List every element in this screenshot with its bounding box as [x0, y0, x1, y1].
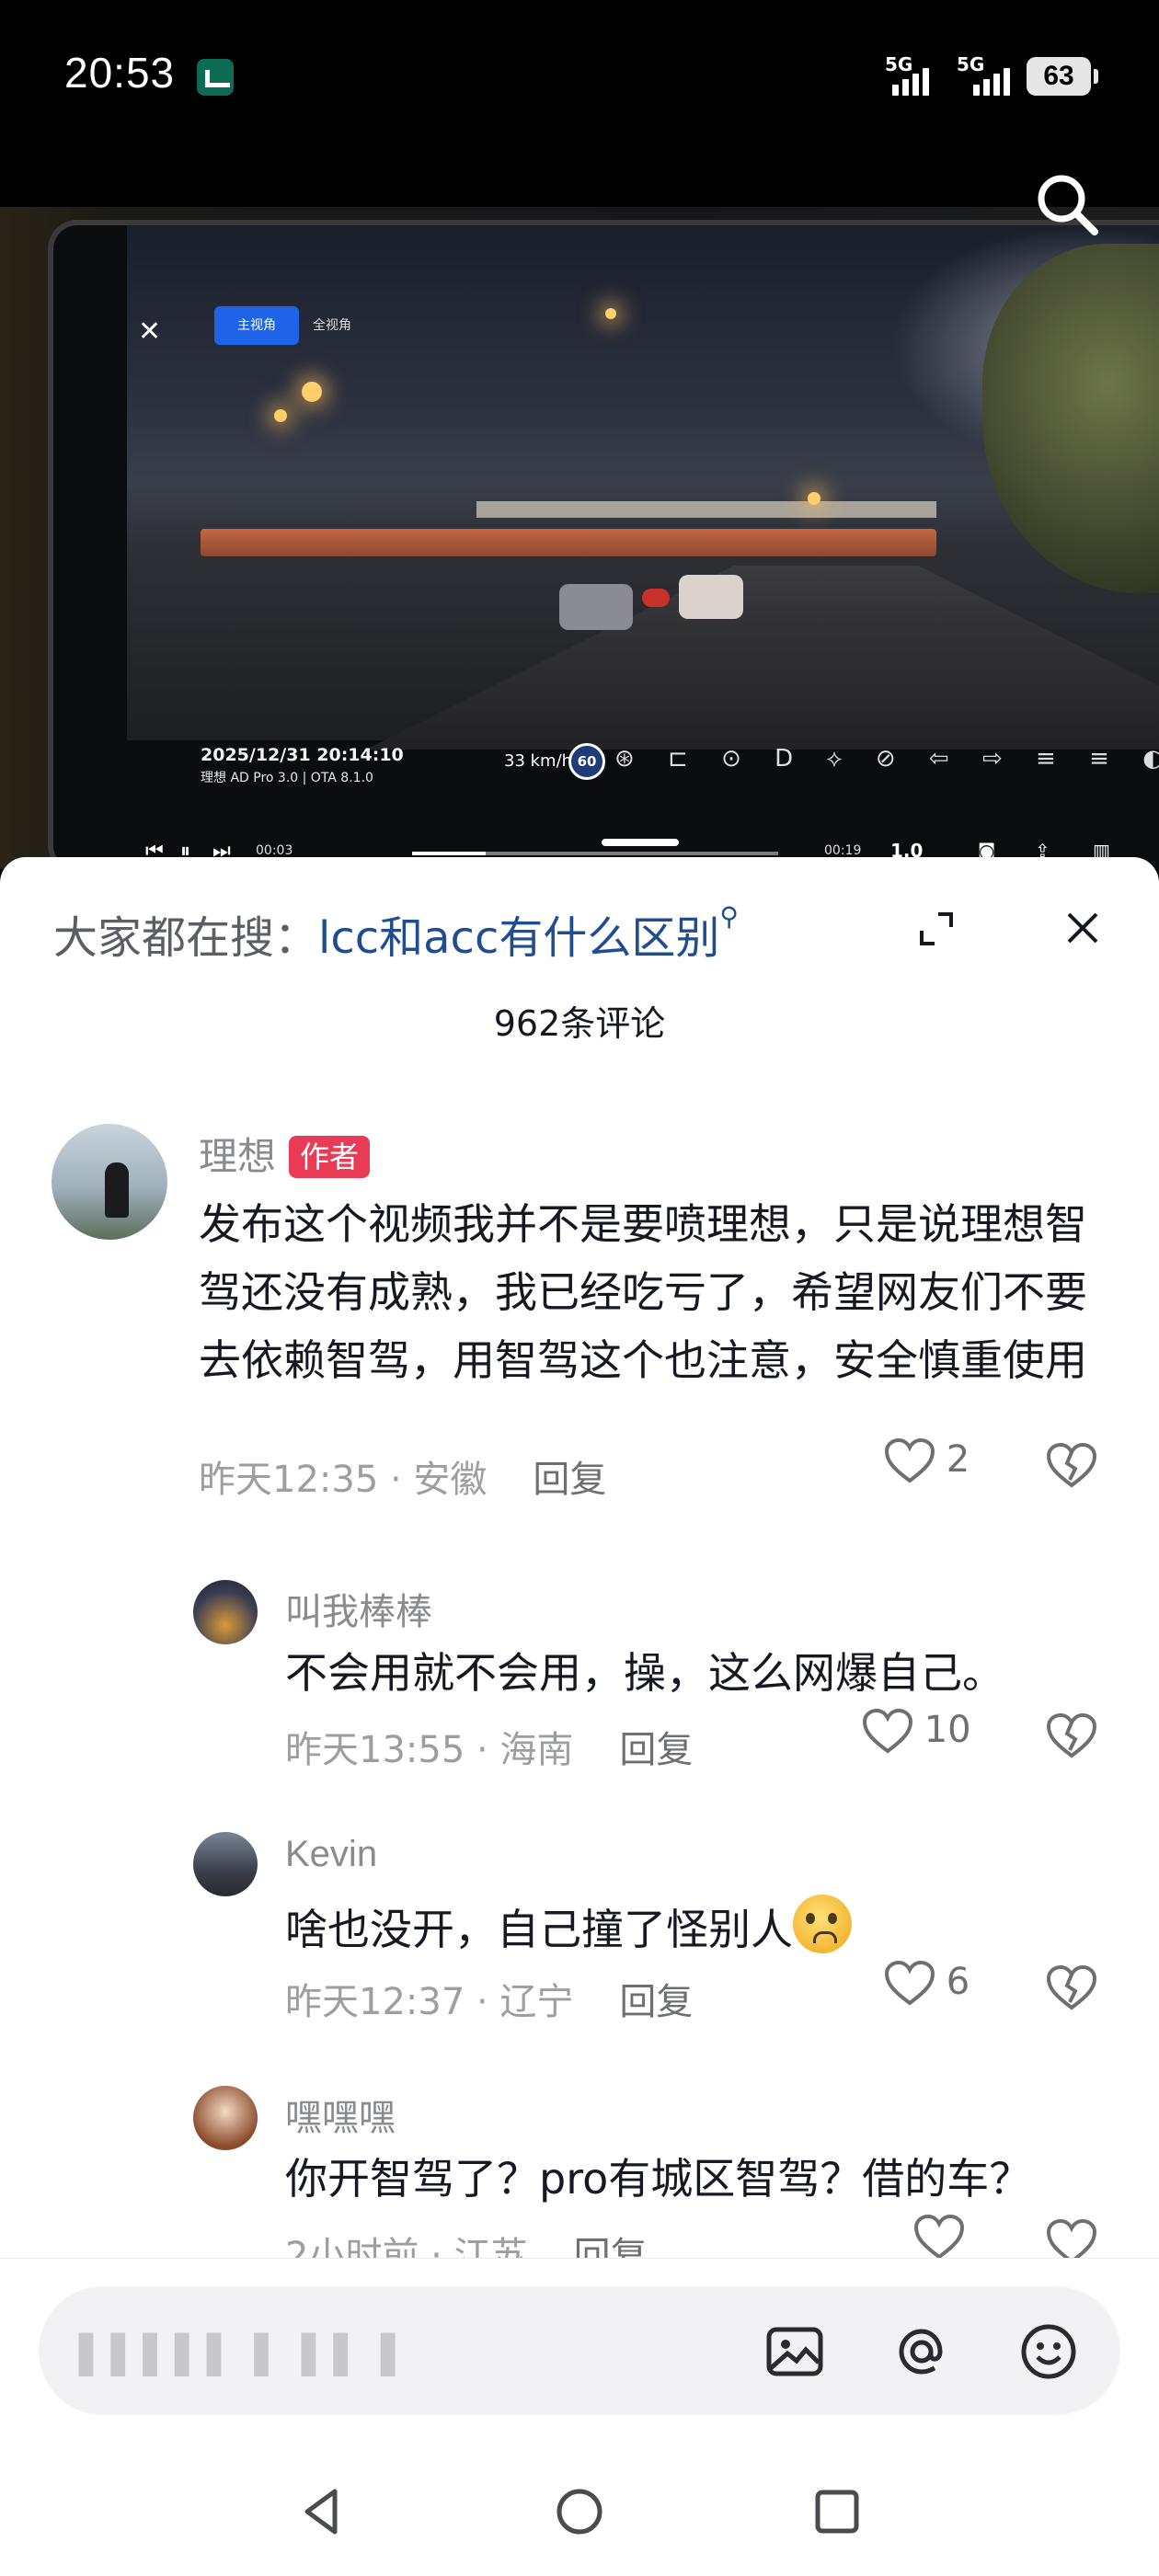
video-current-time: 00:03	[256, 843, 293, 858]
avatar[interactable]	[193, 1832, 258, 1896]
like-button[interactable]: 10	[863, 1709, 971, 1755]
tab-all-view[interactable]: 全视角	[313, 306, 351, 345]
reply-item: 叫我棒棒 不会用就不会用，操，这么网爆自己。 昨天13:55 · 海南 回复 10	[0, 1580, 1159, 1801]
comment-username[interactable]: 叫我棒棒	[285, 1582, 432, 1635]
system-nav-bar	[0, 2456, 1159, 2576]
heart-icon	[914, 2215, 964, 2260]
comment-count: 962条评论	[493, 1003, 666, 1044]
reply-button[interactable]: 回复	[533, 1459, 606, 1501]
comment-input-bar: ▌▌▌▌▌ ▌ ▌▌ ▌	[0, 2258, 1159, 2576]
comment-username[interactable]: Kevin	[285, 1834, 377, 1875]
heart-icon	[863, 1709, 912, 1754]
broken-heart-icon[interactable]	[1047, 1443, 1096, 1489]
broken-heart-icon[interactable]	[1047, 1965, 1096, 2011]
video-version: 理想 AD Pro 3.0 | OTA 8.1.0	[201, 771, 373, 785]
comment-text: 不会用就不会用，操，这么网爆自己。	[285, 1648, 1004, 1698]
hot-search-prefix: 大家都在搜：	[53, 912, 319, 964]
video-player[interactable]: ✕ 主视角 全视角 2025/12/31 20:14:10 理想 AD Pro …	[0, 207, 1159, 869]
reply-item: Kevin 啥也没开，自己撞了怪别人 昨天12:37 · 辽宁 回复 6	[0, 1832, 1159, 2053]
recents-icon[interactable]	[809, 2484, 865, 2539]
comment-time-location: 昨天12:37 · 辽宁	[285, 1981, 574, 2023]
emoji-icon[interactable]	[1019, 2322, 1078, 2381]
comment-meta: 昨天12:37 · 辽宁 回复	[285, 1972, 693, 2025]
comment-username[interactable]: 理想 作者	[199, 1126, 371, 1182]
broken-heart-icon[interactable]	[1047, 1713, 1096, 1759]
hot-search-query[interactable]: lcc和acc有什么区别	[318, 912, 719, 964]
heart-icon	[885, 1438, 935, 1483]
network-label-1: 5G	[885, 53, 913, 75]
comment-time-location: 昨天12:35 · 安徽	[199, 1459, 488, 1501]
back-icon[interactable]	[294, 2484, 350, 2539]
like-button[interactable]	[914, 2215, 964, 2261]
speed-limit-icon: 60	[568, 743, 605, 780]
reply-button[interactable]: 回复	[619, 1981, 693, 2023]
network-label-2: 5G	[957, 53, 985, 75]
search-icon[interactable]	[1032, 169, 1102, 239]
video-close-icon[interactable]: ✕	[138, 315, 161, 348]
adas-status-icons: ⊛ ⊏ ⊙ D ⟡ ⊘ ⇦ ⇨ ≡ ≡ ◐	[614, 745, 1159, 773]
home-icon[interactable]	[552, 2484, 607, 2539]
dashcam-footage	[127, 225, 1159, 750]
mention-icon[interactable]	[892, 2322, 951, 2381]
comment-input-placeholder: ▌▌▌▌▌ ▌ ▌▌ ▌	[79, 2334, 413, 2376]
speed-readout: 33 km/h	[504, 751, 573, 771]
comment-text: 你开智驾了？pro有城区智驾？借的车？	[285, 2154, 1032, 2204]
comment-username[interactable]: 嘿嘿嘿	[285, 2088, 396, 2141]
car-display: ✕ 主视角 全视角 2025/12/31 20:14:10 理想 AD Pro …	[53, 225, 1159, 869]
comment-text: 啥也没开，自己撞了怪别人	[285, 1895, 1113, 1960]
clock: 20:53	[64, 49, 176, 97]
drag-handle[interactable]	[602, 839, 679, 846]
like-count: 6	[946, 1961, 970, 2003]
expand-icon[interactable]	[918, 910, 955, 947]
close-icon[interactable]	[1063, 909, 1102, 947]
search-mini-icon: ⚲	[719, 901, 739, 932]
comment-item: 理想 作者 发布这个视频我并不是要喷理想，只是说理想智驾还没有成熟，我已经吃亏了，…	[0, 1124, 1159, 1501]
author-badge: 作者	[289, 1136, 371, 1178]
like-button[interactable]: 2	[885, 1438, 970, 1484]
tab-main-view[interactable]: 主视角	[214, 306, 299, 345]
avatar[interactable]	[193, 1580, 258, 1644]
hot-search[interactable]: 大家都在搜：lcc和acc有什么区别⚲	[53, 901, 739, 966]
heart-icon	[885, 1961, 935, 2006]
comment-meta: 昨天13:55 · 海南 回复	[285, 1720, 693, 1773]
comment-text: 发布这个视频我并不是要喷理想，只是说理想智驾还没有成熟，我已经吃亏了，希望网友们…	[199, 1199, 1087, 1385]
image-icon[interactable]	[765, 2322, 824, 2381]
battery-icon: 63	[1027, 57, 1098, 96]
comment-meta: 昨天12:35 · 安徽 回复	[199, 1449, 606, 1503]
video-progress-bar[interactable]	[412, 852, 778, 855]
comment-time-location: 昨天13:55 · 海南	[285, 1729, 574, 1771]
avatar[interactable]	[193, 2086, 258, 2150]
comment-input[interactable]: ▌▌▌▌▌ ▌ ▌▌ ▌	[39, 2286, 1120, 2415]
avatar[interactable]	[52, 1124, 167, 1240]
video-total-time: 00:19	[824, 843, 862, 858]
reply-button[interactable]: 回复	[619, 1729, 693, 1771]
like-button[interactable]: 6	[885, 1961, 970, 2007]
sweat-emoji-icon	[793, 1895, 852, 1953]
like-count: 2	[946, 1438, 970, 1481]
status-bar: 20:53 5G 5G 63	[0, 0, 1159, 147]
video-timestamp: 2025/12/31 20:14:10	[201, 745, 404, 765]
app-notification-icon	[197, 59, 234, 96]
like-count: 10	[924, 1709, 971, 1751]
